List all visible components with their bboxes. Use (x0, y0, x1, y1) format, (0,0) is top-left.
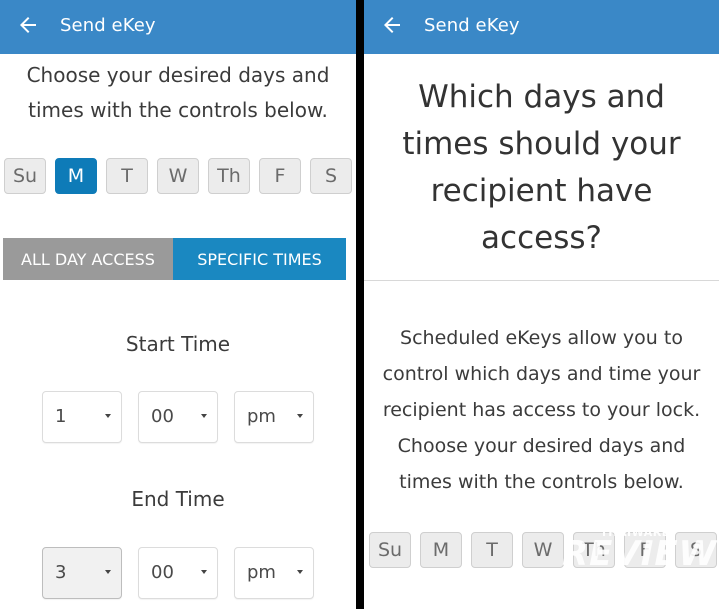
body-line: Scheduled eKeys allow you to (400, 327, 683, 349)
body-text: Scheduled eKeys allow you to control whi… (364, 320, 719, 500)
caret-down-icon (105, 414, 111, 418)
right-screen: Send eKey Which days and times should yo… (364, 0, 719, 609)
day-button-w[interactable]: W (157, 158, 199, 194)
end-time-label: End Time (131, 487, 225, 511)
end-hour-select[interactable]: 3 (42, 547, 122, 599)
end-minute-select[interactable]: 00 (138, 547, 218, 599)
caret-down-icon (297, 414, 303, 418)
day-button-t[interactable]: T (471, 532, 513, 568)
specific-times-button[interactable]: SPECIFIC TIMES (173, 238, 346, 280)
start-ampm-select[interactable]: pm (234, 391, 314, 443)
back-arrow-icon[interactable] (380, 13, 404, 37)
day-button-su[interactable]: Su (4, 158, 46, 194)
app-bar-title: Send eKey (60, 15, 156, 36)
instruction-line: Choose your desired days and (26, 63, 330, 87)
start-minute-value: 00 (151, 406, 174, 427)
day-button-w[interactable]: W (522, 532, 564, 568)
instruction-line: times with the controls below. (28, 98, 328, 122)
caret-down-icon (201, 414, 207, 418)
back-arrow-icon[interactable] (16, 13, 40, 37)
day-button-th[interactable]: Th (208, 158, 250, 194)
end-ampm-select[interactable]: pm (234, 547, 314, 599)
body-line: control which days and time your (382, 363, 701, 385)
heading-line: access? (481, 220, 602, 256)
day-button-m[interactable]: M (55, 158, 97, 194)
heading-line: times should your (402, 126, 681, 162)
heading-line: Which days and (418, 79, 665, 115)
watermark-big-text: REVIEW (562, 534, 718, 574)
instruction-text: Choose your desired days and times with … (0, 58, 356, 128)
body-line: Choose your desired days and (397, 435, 686, 457)
body-line: recipient has access to your lock. (382, 399, 701, 421)
day-selector: Su M T W Th F S (4, 158, 352, 194)
access-type-toggle: ALL DAY ACCESS SPECIFIC TIMES (3, 238, 346, 280)
start-minute-select[interactable]: 00 (138, 391, 218, 443)
caret-down-icon (105, 570, 111, 574)
end-hour-value: 3 (55, 562, 67, 583)
end-ampm-value: pm (247, 562, 276, 583)
start-time-label: Start Time (125, 332, 231, 356)
question-heading: Which days and times should your recipie… (364, 74, 719, 262)
app-bar: Send eKey (364, 0, 719, 54)
day-button-f[interactable]: F (259, 158, 301, 194)
app-bar-title: Send eKey (424, 15, 520, 36)
left-screen: Send eKey Choose your desired days and t… (0, 0, 356, 609)
app-bar: Send eKey (0, 0, 356, 54)
day-button-s[interactable]: S (310, 158, 352, 194)
day-button-t[interactable]: T (106, 158, 148, 194)
start-hour-value: 1 (55, 406, 67, 427)
divider (364, 280, 719, 281)
caret-down-icon (297, 570, 303, 574)
caret-down-icon (201, 570, 207, 574)
all-day-access-button[interactable]: ALL DAY ACCESS (3, 238, 173, 280)
end-minute-value: 00 (151, 562, 174, 583)
start-hour-select[interactable]: 1 (42, 391, 122, 443)
heading-line: recipient have (430, 173, 653, 209)
day-button-m[interactable]: M (420, 532, 462, 568)
day-button-su[interactable]: Su (369, 532, 411, 568)
body-line: times with the controls below. (399, 471, 684, 493)
watermark-logo: THAIWARE REVIEW (560, 520, 719, 600)
start-ampm-value: pm (247, 406, 276, 427)
